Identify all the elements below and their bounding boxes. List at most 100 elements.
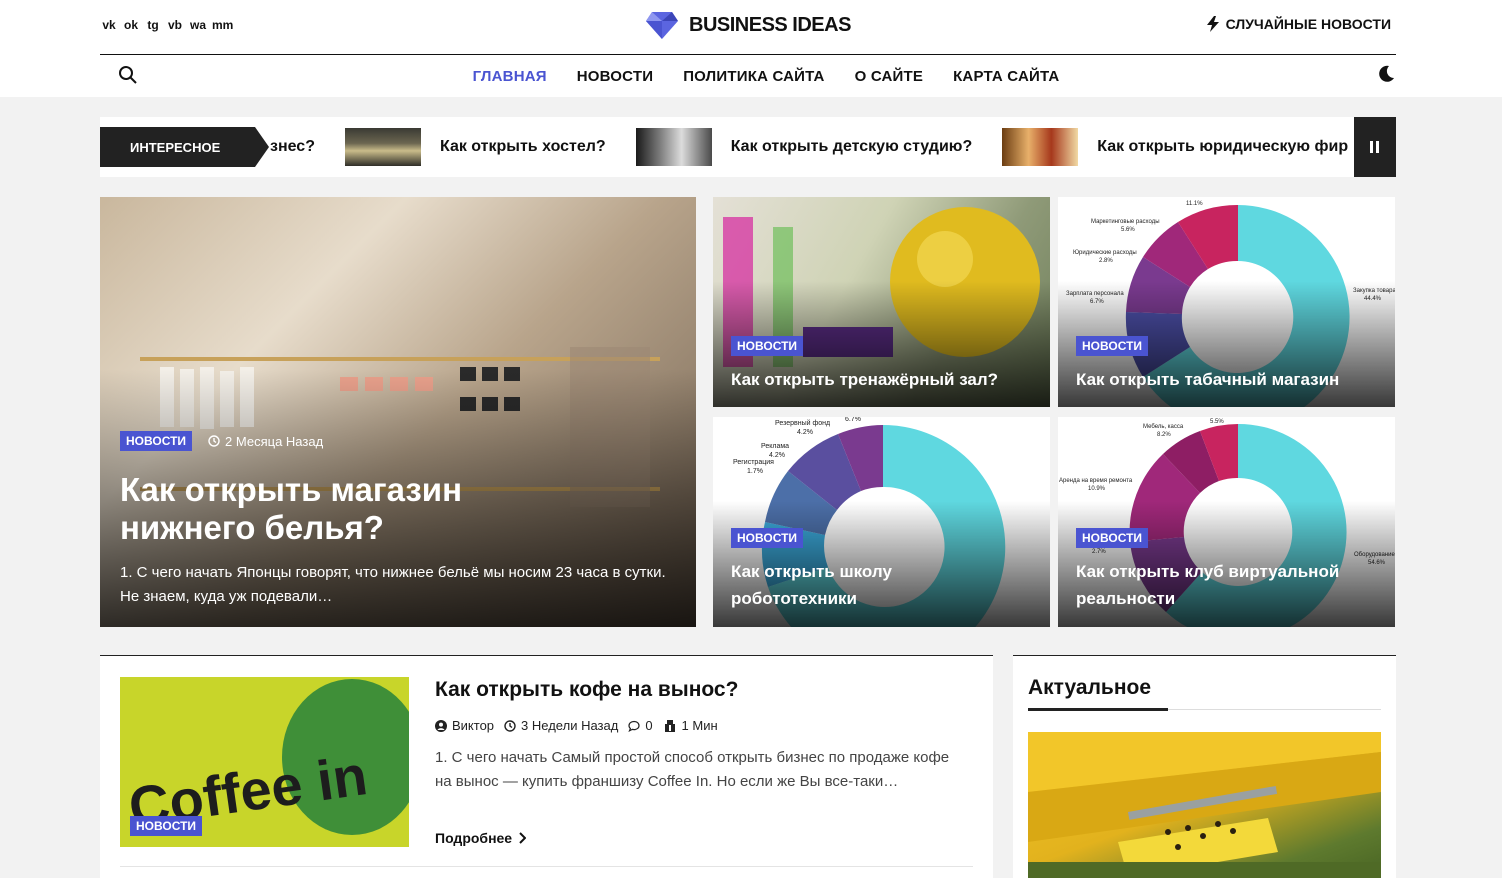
donut-label: Регистрация <box>733 459 774 466</box>
donut-label: 5.5% <box>1210 419 1224 425</box>
post-read-time: 1 Мин <box>663 718 718 733</box>
post-comments-count: 0 <box>645 718 653 733</box>
comment-icon <box>628 720 640 732</box>
post-read-time-label: 1 Мин <box>681 718 718 733</box>
beehive-image <box>1028 732 1381 878</box>
ticker-item[interactable]: Как открыть юридическую фир <box>1002 128 1348 166</box>
donut-label: 4.2% <box>769 452 785 459</box>
moon-icon[interactable] <box>1376 64 1396 84</box>
card-title[interactable]: Как открыть магазин нижнего белья? <box>120 471 510 547</box>
card-text: Как открыть магазин нижнего белья? 1. С … <box>120 471 680 609</box>
post-time-label: 3 Недели Назад <box>521 718 619 733</box>
post-time: 3 Недели Назад <box>504 718 618 733</box>
card-text: НОВОСТИ Как открыть школу робототехники <box>731 528 971 612</box>
ticker-item-title: Как открыть юридическую фир <box>1097 138 1349 155</box>
read-more-link[interactable]: Подробнее <box>435 830 527 846</box>
news-ticker: ИНТЕРЕСНОЕ знес? Как открыть хостел? Как… <box>100 117 1396 177</box>
header-divider <box>100 54 1396 55</box>
nav-item-sitemap[interactable]: КАРТА САЙТА <box>953 68 1059 85</box>
whatsapp-icon[interactable]: wa <box>190 18 206 32</box>
post-thumbnail[interactable]: Coffee in НОВОСТИ <box>120 677 409 847</box>
beehive-photo[interactable] <box>1028 732 1381 878</box>
site-logo[interactable]: BUSINESS IDEAS <box>645 10 851 40</box>
main-nav: ГЛАВНАЯ НОВОСТИ ПОЛИТИКА САЙТА О САЙТЕ К… <box>0 68 1502 85</box>
ticker-label: ИНТЕРЕСНОЕ <box>100 127 269 167</box>
odnoklassniki-icon[interactable]: ok <box>124 18 138 32</box>
card-meta: НОВОСТИ 2 Месяца Назад <box>120 431 323 451</box>
clock-icon <box>208 435 220 447</box>
ticker-thumbnail <box>1002 128 1079 166</box>
card-text: НОВОСТИ Как открыть тренажёрный зал? <box>731 336 998 390</box>
moimir-icon[interactable]: mm <box>212 18 233 32</box>
featured-big-card[interactable]: НОВОСТИ 2 Месяца Назад Как открыть магаз… <box>100 197 696 627</box>
site-header: vk ok tg vb wa mm BUSINESS IDEAS СЛУЧАЙН… <box>0 0 1502 97</box>
card-title[interactable]: Как открыть тренажёрный зал? <box>731 370 998 390</box>
donut-label: 10.9% <box>1088 486 1106 492</box>
ticker-item[interactable]: Как открыть детскую студию? <box>635 128 973 166</box>
ticker-track: знес? Как открыть хостел? Как открыть де… <box>270 117 1378 177</box>
viber-icon[interactable]: vb <box>168 18 182 32</box>
post-list: Coffee in НОВОСТИ Как открыть кофе на вы… <box>100 655 993 878</box>
nav-item-policy[interactable]: ПОЛИТИКА САЙТА <box>683 68 824 85</box>
donut-label: Резервный фонд <box>775 419 830 427</box>
donut-label: 5.6% <box>1121 227 1135 233</box>
donut-label: 4.2% <box>797 429 813 436</box>
donut-label: 2.8% <box>1099 258 1113 264</box>
category-badge[interactable]: НОВОСТИ <box>731 528 804 548</box>
card-time-label: 2 Месяца Назад <box>225 433 324 449</box>
post-author[interactable]: Виктор <box>435 718 494 733</box>
post-excerpt: 1. С чего начать Самый простой способ от… <box>435 749 950 790</box>
widget-underline <box>1028 708 1381 711</box>
featured-card-gym[interactable]: НОВОСТИ Как открыть тренажёрный зал? <box>713 197 1050 407</box>
donut-label: 11.1% <box>1186 201 1203 207</box>
card-text: НОВОСТИ Как открыть клуб виртуальной реа… <box>1076 528 1376 612</box>
card-time: 2 Месяца Назад <box>208 434 323 449</box>
book-icon <box>664 719 675 732</box>
user-icon <box>435 719 447 732</box>
nav-item-home[interactable]: ГЛАВНАЯ <box>473 68 547 85</box>
category-badge[interactable]: НОВОСТИ <box>731 336 804 356</box>
featured-card-robotics[interactable]: 6.7% Резервный фонд 4.2% Реклама 4.2% Ре… <box>713 417 1050 627</box>
donut-label: 1.7% <box>747 468 763 475</box>
ticker-thumbnail <box>635 128 712 166</box>
post-comments[interactable]: 0 <box>628 718 653 733</box>
post-title[interactable]: Как открыть кофе на вынос? <box>435 678 738 702</box>
category-badge[interactable]: НОВОСТИ <box>1076 528 1149 548</box>
read-more-label: Подробнее <box>435 830 513 846</box>
random-news-link[interactable]: СЛУЧАЙНЫЕ НОВОСТИ <box>1206 16 1391 32</box>
card-title[interactable]: Как открыть клуб виртуальной реальности <box>1076 558 1376 612</box>
category-badge[interactable]: НОВОСТИ <box>1076 336 1149 356</box>
donut-label: Реклама <box>761 443 789 450</box>
ticker-item-title: знес? <box>270 138 315 155</box>
ticker-pause-button[interactable] <box>1354 117 1396 177</box>
card-title[interactable]: Как открыть школу робототехники <box>731 558 971 612</box>
donut-label: Аренда на время ремонта <box>1059 478 1133 484</box>
donut-label: Юридические расходы <box>1073 250 1137 256</box>
ticker-item[interactable]: Как открыть хостел? <box>344 128 606 166</box>
post-divider <box>120 866 973 867</box>
card-excerpt: 1. С чего начать Японцы говорят, что ниж… <box>120 564 666 605</box>
widget-title: Актуальное <box>1028 676 1152 699</box>
featured-card-vr[interactable]: 5.5% Мебель, касса 8.2% Аренда на время … <box>1058 417 1395 627</box>
post-meta: Виктор 3 Недели Назад 0 1 Мин <box>435 718 718 733</box>
clock-icon <box>504 719 516 732</box>
card-text: НОВОСТИ Как открыть табачный магазин <box>1076 336 1339 390</box>
ticker-item[interactable]: знес? <box>270 138 315 156</box>
donut-label: Маркетинговые расходы <box>1091 219 1160 225</box>
random-news-label: СЛУЧАЙНЫЕ НОВОСТИ <box>1225 16 1391 32</box>
category-badge[interactable]: НОВОСТИ <box>120 431 193 451</box>
category-badge[interactable]: НОВОСТИ <box>130 816 203 836</box>
donut-label: Мебель, касса <box>1143 424 1184 430</box>
chevron-right-icon <box>519 832 527 844</box>
featured-card-tobacco[interactable]: 11.1% Маркетинговые расходы 5.6% Юридиче… <box>1058 197 1395 407</box>
nav-item-about[interactable]: О САЙТЕ <box>855 68 923 85</box>
logo-text: BUSINESS IDEAS <box>689 13 851 36</box>
sidebar-widget: Актуальное <box>1013 655 1396 878</box>
nav-item-news[interactable]: НОВОСТИ <box>577 68 653 85</box>
card-title[interactable]: Как открыть табачный магазин <box>1076 370 1339 390</box>
pause-icon <box>1370 141 1379 153</box>
ticker-item-title: Как открыть детскую студию? <box>730 138 973 155</box>
telegram-icon[interactable]: tg <box>146 18 160 32</box>
vk-icon[interactable]: vk <box>102 18 116 32</box>
social-links: vk ok tg vb wa mm <box>102 18 233 32</box>
